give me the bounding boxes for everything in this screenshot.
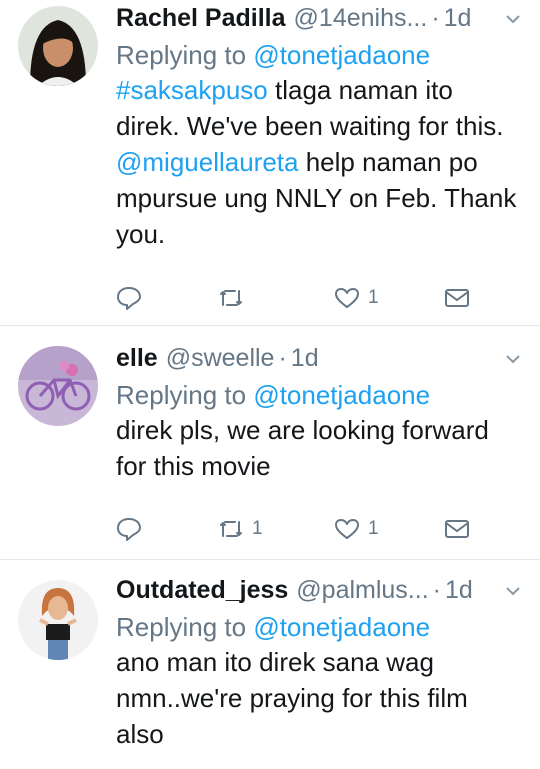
tweet-header: Outdated_jess @palmlus... · 1d	[116, 574, 522, 606]
reply-button[interactable]	[116, 514, 142, 544]
dm-button[interactable]	[444, 283, 470, 313]
tweet-elle[interactable]: elle @sweelle · 1d Replying to @tonetjad…	[0, 326, 540, 560]
reply-icon	[117, 287, 141, 310]
avatar[interactable]	[18, 580, 98, 660]
replying-to: Replying to @tonetjadaone	[116, 38, 522, 72]
replying-label: Replying to	[116, 612, 247, 642]
chevron-down-icon[interactable]	[504, 10, 522, 28]
timestamp[interactable]: 1d	[445, 574, 473, 606]
tweet-header: elle @sweelle · 1d	[116, 342, 522, 374]
mention-link[interactable]: @miguellaureta	[116, 147, 298, 177]
like-button[interactable]: 1	[334, 283, 379, 313]
chevron-down-icon[interactable]	[504, 350, 522, 368]
hashtag-link[interactable]: #saksakpuso	[116, 75, 268, 105]
retweet-icon	[220, 521, 242, 537]
like-icon	[335, 519, 359, 539]
user-handle[interactable]: @palmlus...	[296, 574, 428, 606]
replying-mention[interactable]: @tonetjadaone	[253, 380, 430, 410]
tweet-text: direk pls, we are looking forward for th…	[116, 415, 489, 481]
separator: ·	[278, 344, 287, 372]
reply-button[interactable]	[116, 283, 142, 313]
like-count: 1	[368, 518, 379, 539]
separator: ·	[431, 4, 440, 32]
tweet-text: #saksakpuso tlaga naman ito direk. We've…	[116, 72, 522, 252]
retweet-button[interactable]	[218, 283, 252, 313]
like-button[interactable]: 1	[334, 514, 379, 544]
separator: ·	[432, 576, 441, 604]
replying-mention[interactable]: @tonetjadaone	[253, 612, 430, 642]
display-name[interactable]: Outdated_jess	[116, 574, 288, 606]
dm-icon	[445, 289, 469, 307]
user-handle[interactable]: @sweelle	[166, 342, 275, 374]
tweet-text: ano man ito direk sana wag nmn..we're pr…	[116, 647, 468, 749]
reply-icon	[117, 518, 141, 541]
avatar[interactable]	[18, 346, 98, 426]
tweet-actions: 1	[116, 283, 476, 313]
dm-icon	[445, 520, 469, 538]
tweet-rachel[interactable]: Rachel Padilla @14enihs... · 1d Replying…	[0, 0, 540, 326]
retweet-button[interactable]: 1	[218, 514, 263, 544]
tweet-header: Rachel Padilla @14enihs... · 1d	[116, 2, 522, 34]
tweet-actions: 1 1	[116, 514, 476, 544]
chevron-down-icon[interactable]	[504, 582, 522, 600]
replying-label: Replying to	[116, 380, 247, 410]
timestamp[interactable]: 1d	[444, 2, 472, 34]
like-icon	[335, 288, 359, 308]
tweet-jess[interactable]: Outdated_jess @palmlus... · 1d Replying …	[0, 560, 540, 769]
avatar[interactable]	[18, 6, 98, 86]
timestamp[interactable]: 1d	[291, 342, 319, 374]
like-count: 1	[368, 287, 379, 308]
dm-button[interactable]	[444, 514, 470, 544]
retweet-count: 1	[252, 518, 263, 539]
retweet-icon	[220, 290, 242, 306]
replying-to: Replying to @tonetjadaone	[116, 378, 522, 412]
display-name[interactable]: Rachel Padilla	[116, 2, 286, 34]
replying-label: Replying to	[116, 40, 247, 70]
replying-to: Replying to @tonetjadaone	[116, 610, 522, 644]
replying-mention[interactable]: @tonetjadaone	[253, 40, 430, 70]
user-handle[interactable]: @14enihs...	[294, 2, 428, 34]
display-name[interactable]: elle	[116, 342, 158, 374]
